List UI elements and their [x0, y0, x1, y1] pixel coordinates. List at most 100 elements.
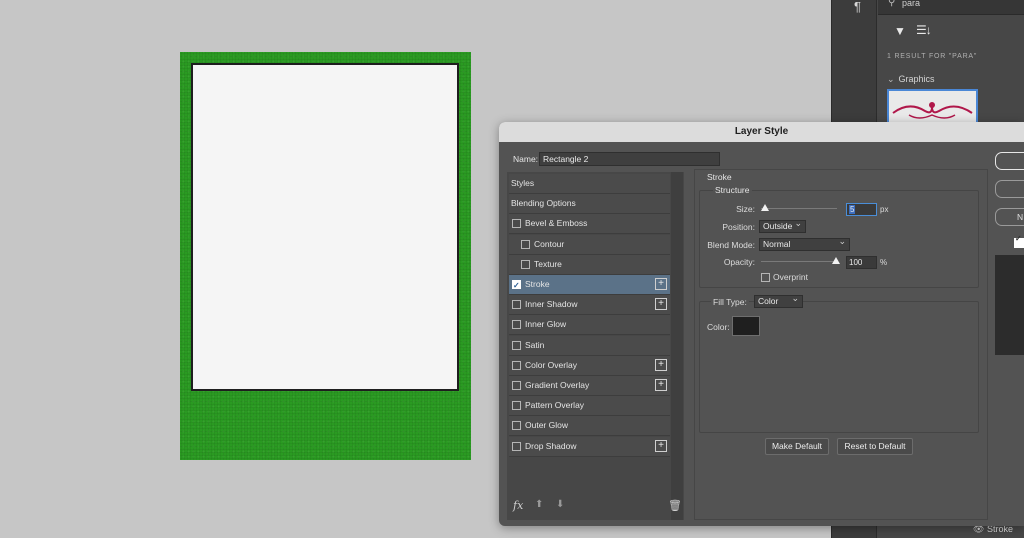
cancel-button[interactable]	[995, 180, 1024, 198]
color-label: Color:	[707, 322, 730, 332]
filter-icon[interactable]: ▼	[894, 24, 906, 38]
opacity-slider[interactable]	[761, 261, 837, 262]
blend-mode-label: Blend Mode:	[707, 240, 755, 250]
size-slider[interactable]	[761, 208, 837, 209]
structure-title: Structure	[713, 185, 752, 195]
style-item-bevel-emboss[interactable]: Bevel & Emboss	[509, 214, 670, 235]
style-item-label: Contour	[534, 238, 565, 249]
style-item-label: Satin	[525, 339, 545, 350]
style-item-label: Stroke	[525, 279, 550, 289]
style-item-blending-options[interactable]: Blending Options	[509, 194, 670, 215]
size-input[interactable]: 5	[846, 203, 877, 216]
style-checkbox[interactable]	[512, 300, 521, 310]
add-effect-icon[interactable]: +	[655, 278, 667, 290]
stroke-color-swatch[interactable]	[732, 316, 760, 336]
size-label: Size:	[736, 204, 755, 214]
graphic-thumbnail[interactable]	[887, 89, 978, 125]
style-item-label: Styles	[511, 178, 535, 188]
style-checkbox[interactable]	[512, 401, 521, 411]
styles-list: Styles Blending Options Bevel & Emboss Cont…	[507, 172, 684, 520]
new-style-button[interactable]: N	[995, 208, 1024, 226]
layer-name-input[interactable]: Rectangle 2	[539, 152, 720, 166]
add-effect-icon[interactable]: +	[655, 358, 667, 371]
position-label: Position:	[722, 222, 755, 232]
style-checkbox[interactable]	[512, 421, 521, 431]
stroke-section-title: Stroke	[707, 172, 732, 182]
style-checkbox[interactable]	[512, 381, 521, 390]
style-item-contour[interactable]: Contour	[509, 234, 670, 255]
style-item-label: Bevel & Emboss	[525, 218, 588, 229]
name-label: Name:	[513, 154, 539, 164]
size-slider-thumb[interactable]	[761, 204, 769, 211]
style-checkbox[interactable]	[512, 340, 521, 350]
styles-list-footer: fx ⬆ ⬇ 🗑	[507, 496, 684, 520]
canvas-document	[180, 52, 471, 460]
style-item-label: Texture	[534, 258, 562, 269]
ornament-icon	[892, 102, 973, 119]
style-item-color-overlay[interactable]: Color Overlay +	[509, 355, 670, 376]
opacity-label: Opacity:	[723, 257, 755, 267]
chevron-down-icon: ⌄	[887, 74, 895, 84]
style-item-label: Outer Glow	[525, 420, 568, 431]
fx-icon[interactable]: fx	[513, 499, 523, 512]
style-item-label: Color Overlay	[525, 359, 577, 370]
overprint-label: Overprint	[773, 272, 808, 282]
make-default-button[interactable]: Make Default	[765, 438, 829, 455]
style-item-gradient-overlay[interactable]: Gradient Overlay +	[509, 376, 670, 396]
layer-style-dialog: Layer Style Name: Rectangle 2 Styles Blen…	[499, 122, 1024, 526]
style-item-styles[interactable]: Styles	[509, 174, 670, 194]
style-checkbox[interactable]	[521, 239, 530, 249]
position-dropdown[interactable]: Outside	[759, 218, 806, 233]
graphics-section-label: Graphics	[898, 74, 935, 84]
preview-checkbox[interactable]	[1014, 234, 1024, 248]
style-checkbox[interactable]	[512, 441, 521, 451]
style-item-label: Blending Options	[511, 198, 576, 209]
style-checkbox[interactable]	[521, 259, 530, 269]
add-effect-icon[interactable]: +	[655, 379, 667, 391]
libraries-result-count: 1 RESULT FOR "PARA"	[887, 53, 978, 60]
fill-type-label: Fill Type:	[711, 297, 749, 307]
fill-type-dropdown[interactable]: Color	[754, 293, 803, 308]
dialog-title: Layer Style	[499, 122, 1024, 142]
trash-icon[interactable]: 🗑	[668, 499, 682, 512]
canvas-white-rectangle	[191, 63, 459, 391]
style-preview-thumbnail	[995, 255, 1024, 355]
style-checkbox[interactable]	[512, 219, 521, 229]
style-item-inner-glow[interactable]: Inner Glow	[509, 315, 670, 336]
style-item-label: Inner Shadow	[525, 299, 578, 310]
move-down-icon[interactable]: ⬇	[556, 499, 564, 510]
paragraph-icon[interactable]: ¶	[854, 0, 870, 14]
overprint-checkbox[interactable]	[761, 273, 770, 282]
style-item-label: Drop Shadow	[525, 440, 577, 451]
style-checkbox[interactable]	[512, 320, 521, 330]
style-checkbox[interactable]	[512, 360, 521, 370]
style-item-drop-shadow[interactable]: Drop Shadow +	[509, 436, 670, 457]
graphics-section-header[interactable]: ⌄ Graphics	[887, 74, 935, 85]
opacity-unit: %	[880, 258, 888, 267]
opacity-slider-thumb[interactable]	[832, 257, 840, 264]
style-item-inner-shadow[interactable]: Inner Shadow +	[509, 295, 670, 316]
ok-button[interactable]	[995, 152, 1024, 170]
style-item-satin[interactable]: Satin	[509, 335, 670, 356]
style-item-outer-glow[interactable]: Outer Glow	[509, 416, 670, 437]
opacity-input[interactable]: 100	[846, 256, 877, 269]
style-item-label: Gradient Overlay	[525, 380, 590, 390]
blend-mode-dropdown[interactable]: Normal	[759, 236, 850, 251]
libraries-search[interactable]: ⚲ para	[878, 0, 1024, 15]
style-item-label: Pattern Overlay	[525, 400, 585, 411]
style-checkbox[interactable]	[512, 276, 521, 295]
style-item-texture[interactable]: Texture	[509, 254, 670, 275]
styles-list-scrollbar[interactable]	[671, 172, 683, 520]
sort-icon[interactable]: ☰↓	[916, 23, 932, 37]
libraries-search-input[interactable]: para	[902, 0, 920, 8]
style-item-label: Inner Glow	[525, 319, 567, 330]
dialog-actions: N	[995, 152, 1024, 526]
add-effect-icon[interactable]: +	[655, 439, 667, 452]
search-icon: ⚲	[888, 0, 896, 8]
move-up-icon[interactable]: ⬆	[535, 499, 543, 510]
style-item-pattern-overlay[interactable]: Pattern Overlay	[509, 396, 670, 417]
size-unit: px	[880, 205, 889, 214]
reset-default-button[interactable]: Reset to Default	[837, 438, 913, 455]
add-effect-icon[interactable]: +	[655, 298, 667, 311]
style-item-stroke[interactable]: Stroke +	[509, 275, 670, 295]
